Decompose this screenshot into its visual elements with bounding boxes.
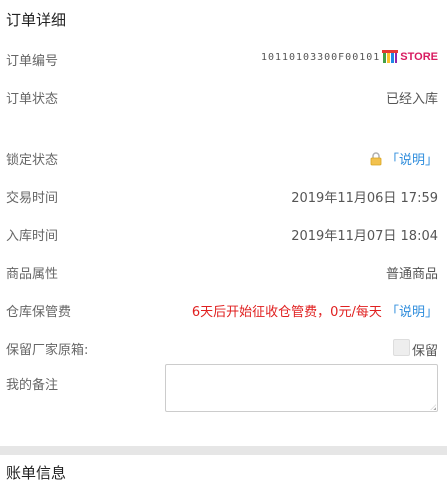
order-number-label: 订单编号 [6, 54, 59, 69]
stock-time-value: 2019年11月07日 18:04 [291, 229, 438, 244]
bill-info-header: 账单信息 [6, 464, 67, 482]
storage-fee-label: 仓库保管费 [6, 305, 72, 320]
stock-time-label: 入库时间 [6, 229, 59, 244]
attribute-value: 普通商品 [385, 267, 438, 282]
order-number-text: 10110103300F00101 [260, 51, 381, 63]
lock-status-value: 「说明」 [369, 149, 438, 168]
attribute-label: 商品属性 [6, 267, 59, 282]
store-logo-text: STORE [400, 51, 438, 63]
section-divider [0, 446, 447, 455]
trade-time-row: 交易时间 2019年11月06日 17:59 [0, 177, 447, 215]
order-status-label: 订单状态 [6, 92, 59, 107]
lock-icon [370, 152, 382, 166]
storage-fee-explain-link[interactable]: 「说明」 [386, 305, 438, 320]
remark-label: 我的备注 [6, 378, 59, 393]
keep-box-checkbox[interactable] [392, 339, 410, 356]
lock-status-row: 锁定状态 「说明」 [0, 139, 447, 177]
store-icon [382, 50, 399, 63]
storage-fee-row: 仓库保管费 6天后开始征收仓管费，0元/每天 「说明」 [0, 291, 447, 329]
trade-time-label: 交易时间 [6, 191, 59, 206]
resize-grip[interactable] [430, 404, 436, 410]
stock-time-row: 入库时间 2019年11月07日 18:04 [0, 215, 447, 253]
order-detail-header: 订单详细 [6, 11, 67, 29]
keep-box-label: 保留厂家原箱: [6, 343, 89, 358]
keep-box-checkbox-label[interactable]: 保留 [412, 344, 438, 359]
keep-box-control[interactable]: 保留 [392, 339, 438, 359]
trade-time-value: 2019年11月06日 17:59 [291, 191, 438, 206]
order-status-row: 订单状态 已经入库 [0, 78, 447, 116]
remark-textarea[interactable] [165, 364, 438, 412]
order-number-value: 10110103300F00101 STORE [261, 50, 438, 64]
storage-fee-notice: 6天后开始征收仓管费，0元/每天 [191, 305, 382, 320]
lock-explain-link[interactable]: 「说明」 [386, 153, 438, 168]
store-logo: STORE [382, 50, 438, 64]
attribute-row: 商品属性 普通商品 [0, 253, 447, 291]
order-status-value: 已经入库 [385, 92, 438, 107]
keep-box-row: 保留厂家原箱: 保留 [0, 329, 447, 367]
order-number-row: 订单编号 10110103300F00101 STORE [0, 40, 447, 78]
storage-fee-value: 6天后开始征收仓管费，0元/每天 「说明」 [192, 301, 438, 320]
lock-status-label: 锁定状态 [6, 153, 59, 168]
